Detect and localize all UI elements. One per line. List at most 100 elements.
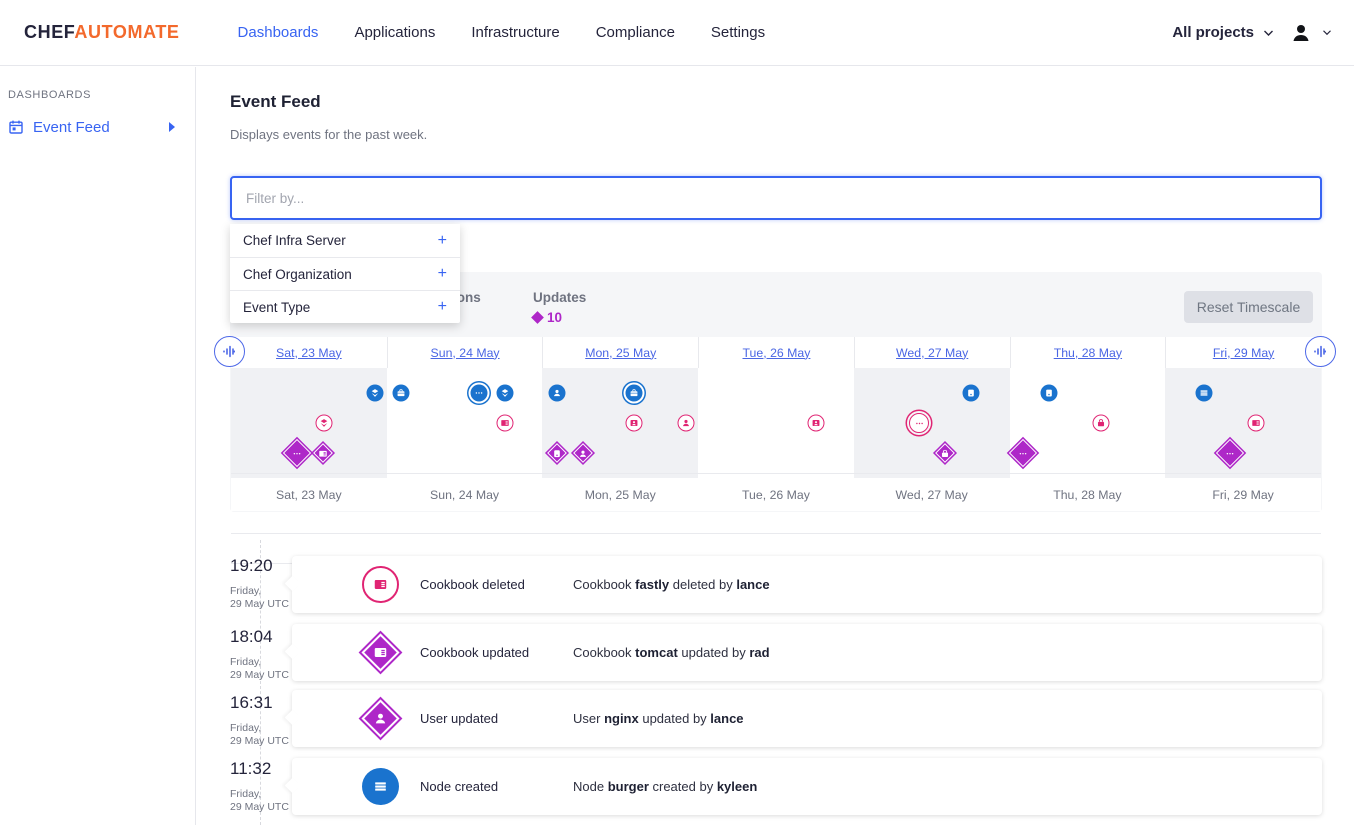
- day-header[interactable]: Thu, 28 May: [1010, 337, 1166, 368]
- delete-event-icon: [362, 566, 399, 603]
- day-header[interactable]: Mon, 25 May: [542, 337, 698, 368]
- top-navigation-bar: CHEFAUTOMATE Dashboards Applications Inf…: [0, 0, 1354, 66]
- update-event-marker[interactable]: [547, 443, 567, 463]
- event-card[interactable]: Node created Node burger created by kyle…: [292, 758, 1322, 815]
- timescale-handle-left[interactable]: [214, 336, 245, 367]
- event-card[interactable]: Cookbook deleted Cookbook fastly deleted…: [292, 556, 1322, 613]
- dropdown-option-label: Chef Organization: [243, 267, 352, 282]
- create-event-marker[interactable]: [367, 385, 384, 402]
- nav-infrastructure[interactable]: Infrastructure: [471, 24, 559, 41]
- day-footer: Tue, 26 May: [698, 478, 854, 511]
- badge-icon: [629, 418, 640, 429]
- nav-applications[interactable]: Applications: [354, 24, 435, 41]
- chef-automate-logo[interactable]: CHEFAUTOMATE: [24, 22, 180, 43]
- dropdown-option-chef-infra-server[interactable]: Chef Infra Server +: [230, 224, 460, 257]
- plus-icon[interactable]: +: [438, 265, 447, 283]
- event-title: User updated: [420, 711, 498, 726]
- logo-chef: CHEF: [24, 22, 74, 42]
- bag-icon: [940, 448, 951, 459]
- legend-updates: Updates 10: [533, 290, 586, 325]
- sidebar: DASHBOARDS Event Feed: [0, 67, 196, 825]
- nav-compliance[interactable]: Compliance: [596, 24, 675, 41]
- delete-event-marker[interactable]: [626, 415, 643, 432]
- sidebar-item-label: Event Feed: [33, 119, 110, 136]
- legend-updates-label: Updates: [533, 290, 586, 305]
- person-icon: [552, 388, 563, 399]
- legend-updates-count: 10: [547, 310, 562, 325]
- user-avatar-icon[interactable]: [1289, 21, 1313, 45]
- create-event-marker[interactable]: [1041, 385, 1058, 402]
- node-icon: [552, 448, 563, 459]
- update-event-marker[interactable]: [283, 439, 311, 467]
- update-event-marker[interactable]: [1216, 439, 1244, 467]
- day-footer: Thu, 28 May: [1010, 478, 1166, 511]
- delete-event-marker[interactable]: [808, 415, 825, 432]
- update-event-marker[interactable]: [1009, 439, 1037, 467]
- event-card[interactable]: Cookbook updated Cookbook tomcat updated…: [292, 624, 1322, 681]
- nav-settings[interactable]: Settings: [711, 24, 765, 41]
- plus-icon[interactable]: +: [438, 298, 447, 316]
- cookbook-icon: [318, 448, 329, 459]
- event-card[interactable]: User updated User nginx updated by lance: [292, 690, 1322, 747]
- day-header[interactable]: Wed, 27 May: [854, 337, 1010, 368]
- day-header[interactable]: Fri, 29 May: [1165, 337, 1321, 368]
- event-description: User nginx updated by lance: [573, 711, 744, 726]
- chevron-down-icon[interactable]: [1322, 29, 1332, 36]
- layers-icon: [370, 388, 381, 399]
- timeline-event-markers: [231, 368, 1321, 478]
- expand-arrow-icon[interactable]: [169, 122, 175, 132]
- day-footer: Sun, 24 May: [387, 478, 543, 511]
- day-header[interactable]: Sun, 24 May: [387, 337, 543, 368]
- event-day: Friday,: [230, 788, 261, 800]
- delete-event-marker[interactable]: [1093, 415, 1110, 432]
- event-description: Cookbook fastly deleted by lance: [573, 577, 770, 592]
- create-event-marker[interactable]: [393, 385, 410, 402]
- layers-icon: [319, 418, 330, 429]
- ellipsis-icon: [1018, 448, 1029, 459]
- create-event-marker[interactable]: [626, 385, 643, 402]
- create-event-marker[interactable]: [1196, 385, 1213, 402]
- day-header[interactable]: Sat, 23 May: [231, 337, 387, 368]
- ellipsis-icon: [474, 388, 485, 399]
- nav-dashboards[interactable]: Dashboards: [238, 24, 319, 41]
- badge-icon: [811, 418, 822, 429]
- timescale-handle-right[interactable]: [1305, 336, 1336, 367]
- day-footer: Fri, 29 May: [1165, 478, 1321, 511]
- delete-event-marker[interactable]: [678, 415, 695, 432]
- logo-automate: AUTOMATE: [74, 22, 179, 42]
- plus-icon[interactable]: +: [438, 232, 447, 250]
- ellipsis-icon: [1225, 448, 1236, 459]
- dropdown-option-chef-organization[interactable]: Chef Organization +: [230, 257, 460, 290]
- chevron-down-icon[interactable]: [1263, 29, 1274, 37]
- event-description: Node burger created by kyleen: [573, 779, 757, 794]
- person-icon: [372, 710, 389, 727]
- delete-event-marker[interactable]: [909, 413, 929, 433]
- update-event-marker[interactable]: [313, 443, 333, 463]
- cookbook-icon: [372, 576, 389, 593]
- calendar-icon: [8, 119, 24, 135]
- filter-input[interactable]: [230, 176, 1322, 220]
- update-event-marker[interactable]: [935, 443, 955, 463]
- event-day: Friday,: [230, 722, 261, 734]
- dropdown-option-label: Chef Infra Server: [243, 233, 346, 248]
- reset-timescale-button[interactable]: Reset Timescale: [1184, 291, 1313, 323]
- nav-right-controls: All projects: [1172, 21, 1332, 45]
- event-day: Friday,: [230, 585, 261, 597]
- create-event-marker[interactable]: [497, 385, 514, 402]
- create-event-icon: [362, 768, 399, 805]
- delete-event-marker[interactable]: [497, 415, 514, 432]
- day-header[interactable]: Tue, 26 May: [698, 337, 854, 368]
- update-event-marker[interactable]: [573, 443, 593, 463]
- sidebar-item-event-feed[interactable]: Event Feed: [8, 115, 189, 139]
- event-day: Friday,: [230, 656, 261, 668]
- person-icon: [681, 418, 692, 429]
- delete-event-marker[interactable]: [316, 415, 333, 432]
- create-event-marker[interactable]: [471, 385, 488, 402]
- briefcase-icon: [629, 388, 640, 399]
- dropdown-option-event-type[interactable]: Event Type +: [230, 290, 460, 323]
- create-event-marker[interactable]: [549, 385, 566, 402]
- delete-event-marker[interactable]: [1248, 415, 1265, 432]
- projects-filter-button[interactable]: All projects: [1172, 24, 1254, 41]
- event-date: 29 May UTC: [230, 801, 289, 813]
- create-event-marker[interactable]: [963, 385, 980, 402]
